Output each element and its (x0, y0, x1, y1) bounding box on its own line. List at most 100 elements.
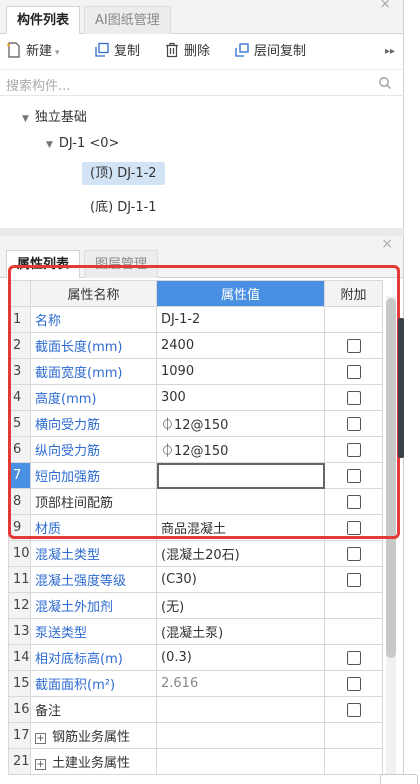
tree-node-label: DJ-1 <0> (58, 136, 120, 151)
extra-checkbox[interactable] (346, 338, 361, 353)
row-index[interactable]: 10 (8, 540, 31, 567)
table-row[interactable]: 14 相对底标高(m) (0.3) (8, 644, 383, 671)
row-index[interactable]: 13 (8, 618, 31, 645)
extra-checkbox[interactable] (346, 494, 361, 509)
table-row[interactable]: 10 混凝土类型 (混凝土20石) (8, 540, 383, 567)
table-row[interactable]: 12 混凝土外加剂 (无) (8, 592, 383, 619)
table-row[interactable]: 6 纵向受力筋 ⏀12@150 (8, 436, 383, 463)
tab-property-list[interactable]: 属性列表 (6, 250, 81, 278)
extra-checkbox[interactable] (346, 572, 361, 587)
tree-node-root[interactable]: ▼ 独立基础 (22, 106, 87, 125)
row-index[interactable]: 6 (8, 436, 31, 463)
table-row[interactable]: 15 截面面积(m²) 2.616 (8, 670, 383, 697)
extra-checkbox[interactable] (346, 650, 361, 665)
tree-node-child[interactable]: ▼ DJ-1 <0> (46, 136, 119, 151)
row-index[interactable]: 21 (8, 748, 31, 775)
more-toolbar-icon[interactable]: ▸▸ (385, 46, 395, 57)
property-value-cell[interactable]: (C30) (156, 566, 325, 593)
panel-divider[interactable] (0, 228, 404, 236)
table-row[interactable]: 4 高度(mm) 300 (8, 384, 383, 411)
table-row[interactable]: 7 短向加强筋 (8, 462, 383, 489)
extra-checkbox[interactable] (346, 442, 361, 457)
property-value-cell[interactable]: 2400 (156, 332, 325, 359)
table-row[interactable]: 3 截面宽度(mm) 1090 (8, 358, 383, 385)
expand-plus-icon[interactable]: + (35, 759, 46, 770)
property-value-cell[interactable]: (混凝土20石) (156, 540, 325, 567)
table-row[interactable]: 16 备注 (8, 696, 383, 723)
tree-leaf-selected[interactable]: (顶) DJ-1-2 (82, 162, 165, 185)
header-property-value[interactable]: 属性值 (156, 280, 325, 307)
extra-checkbox[interactable] (346, 676, 361, 691)
header-extra[interactable]: 附加 (324, 280, 383, 307)
row-index[interactable]: 9 (8, 514, 31, 541)
row-index[interactable]: 16 (8, 696, 31, 723)
extra-cell (324, 592, 383, 619)
scrollbar-thumb[interactable] (386, 298, 396, 658)
expand-plus-icon[interactable]: + (35, 733, 46, 744)
property-value-cell[interactable]: 1090 (156, 358, 325, 385)
row-index[interactable]: 7 (8, 462, 31, 489)
property-value-cell[interactable] (156, 722, 325, 749)
table-row[interactable]: 21 + 土建业务属性 (8, 748, 383, 775)
property-value-cell[interactable]: ⏀12@150 (156, 410, 325, 437)
row-index[interactable]: 1 (8, 306, 31, 333)
property-value-cell[interactable]: 300 (156, 384, 325, 411)
extra-checkbox[interactable] (346, 390, 361, 405)
close-icon[interactable]: × (381, 236, 393, 252)
property-name-cell: 混凝土强度等级 (30, 566, 157, 593)
chevron-down-icon[interactable]: ▾ (55, 48, 60, 58)
close-icon[interactable]: × (379, 0, 391, 12)
property-value-cell[interactable]: DJ-1-2 (156, 306, 325, 333)
property-value-cell[interactable]: (混凝土泵) (156, 618, 325, 645)
tab-layer-management[interactable]: 图层管理 (84, 250, 159, 278)
property-name-cell: 横向受力筋 (30, 410, 157, 437)
row-index[interactable]: 8 (8, 488, 31, 515)
floor-copy-button[interactable]: 层间复制 (234, 34, 306, 70)
tree-collapse-icon[interactable]: ▼ (46, 140, 53, 150)
property-value-cell[interactable] (156, 748, 325, 775)
side-panel-handle[interactable] (398, 318, 404, 458)
property-value-cell[interactable]: (无) (156, 592, 325, 619)
table-row[interactable]: 11 混凝土强度等级 (C30) (8, 566, 383, 593)
search-input[interactable]: 搜索构件... (6, 75, 70, 94)
extra-checkbox[interactable] (346, 468, 361, 483)
table-row[interactable]: 17 + 钢筋业务属性 (8, 722, 383, 749)
row-index[interactable]: 17 (8, 722, 31, 749)
row-index[interactable]: 3 (8, 358, 31, 385)
tree-collapse-icon[interactable]: ▼ (22, 114, 29, 124)
tree-leaf[interactable]: (底) DJ-1-1 (90, 196, 157, 215)
extra-checkbox[interactable] (346, 364, 361, 379)
property-value-cell[interactable]: ⏀12@150 (156, 436, 325, 463)
extra-checkbox[interactable] (346, 520, 361, 535)
row-index[interactable]: 14 (8, 644, 31, 671)
tab-ai-drawing-management[interactable]: AI图纸管理 (84, 6, 171, 34)
table-row[interactable]: 5 横向受力筋 ⏀12@150 (8, 410, 383, 437)
search-bar[interactable]: 搜索构件... (0, 72, 404, 96)
table-row[interactable]: 1 名称 DJ-1-2 (8, 306, 383, 333)
header-property-name[interactable]: 属性名称 (30, 280, 157, 307)
extra-checkbox[interactable] (346, 416, 361, 431)
property-value-cell[interactable] (156, 462, 325, 489)
row-index[interactable]: 5 (8, 410, 31, 437)
new-button[interactable]: 新建 ▾ (6, 34, 60, 70)
copy-button[interactable]: 复制 (94, 34, 140, 70)
extra-checkbox[interactable] (346, 546, 361, 561)
property-value-cell[interactable] (156, 488, 325, 515)
table-row[interactable]: 8 顶部柱间配筋 (8, 488, 383, 515)
property-value-cell[interactable]: 2.616 (156, 670, 325, 697)
delete-button[interactable]: 删除 (164, 34, 210, 70)
property-value-cell[interactable]: 商品混凝土 (156, 514, 325, 541)
row-index[interactable]: 12 (8, 592, 31, 619)
search-icon[interactable] (378, 76, 392, 90)
property-value-cell[interactable] (156, 696, 325, 723)
table-row[interactable]: 9 材质 商品混凝土 (8, 514, 383, 541)
extra-checkbox[interactable] (346, 702, 361, 717)
row-index[interactable]: 2 (8, 332, 31, 359)
table-row[interactable]: 13 泵送类型 (混凝土泵) (8, 618, 383, 645)
row-index[interactable]: 15 (8, 670, 31, 697)
property-value-cell[interactable]: (0.3) (156, 644, 325, 671)
row-index[interactable]: 4 (8, 384, 31, 411)
table-row[interactable]: 2 截面长度(mm) 2400 (8, 332, 383, 359)
tab-component-list[interactable]: 构件列表 (6, 6, 81, 34)
row-index[interactable]: 11 (8, 566, 31, 593)
